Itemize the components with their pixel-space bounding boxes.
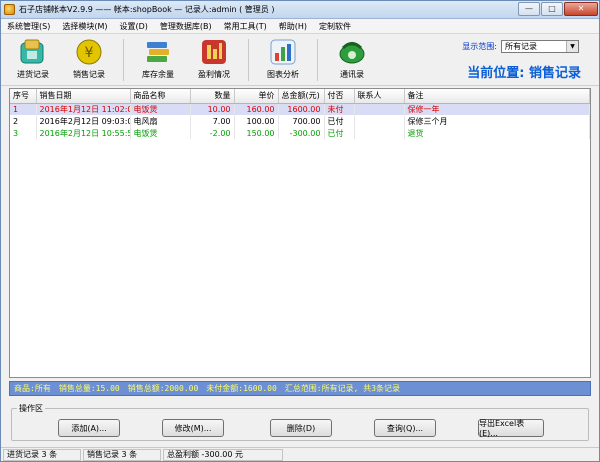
toolbar-separator — [123, 39, 124, 81]
menu-bar: 系统管理(S) 选择模块(M) 设置(D) 管理数据库(B) 常用工具(T) 帮… — [1, 19, 599, 34]
menu-settings[interactable]: 设置(D) — [119, 21, 147, 32]
app-icon — [4, 4, 15, 15]
table-row[interactable]: 2 2016年2月12日 09:03:01 电风扇 7.00 100.00 70… — [10, 115, 590, 127]
close-button[interactable]: ✕ — [564, 1, 598, 16]
sales-money-icon: ¥ — [74, 37, 104, 67]
window-controls: — □ ✕ — [518, 1, 599, 18]
column-header-paid[interactable]: 付否 — [324, 89, 355, 104]
column-header-price[interactable]: 单价 — [234, 89, 279, 104]
summary-product: 商品:所有 — [14, 384, 51, 393]
menu-custom[interactable]: 定制软件 — [319, 21, 351, 32]
summary-total-amount: 销售总额:2000.00 — [127, 384, 199, 393]
export-excel-button[interactable]: 导出Excel表(E)... — [478, 419, 544, 438]
sales-record-button[interactable]: ¥ 销售记录 — [63, 37, 115, 80]
profit-button[interactable]: 盈利情况 — [188, 37, 240, 80]
edit-button[interactable]: 修改(M)... — [162, 419, 224, 437]
toolbar: 进货记录 ¥ 销售记录 库存余量 盈利情况 图表分析 通讯录 显示范围: 所有记… — [1, 34, 599, 86]
inventory-button[interactable]: 库存余量 — [132, 37, 184, 80]
contacts-button[interactable]: 通讯录 — [326, 37, 378, 80]
menu-tools[interactable]: 常用工具(T) — [224, 21, 267, 32]
maximize-button[interactable]: □ — [541, 1, 563, 16]
profit-icon — [199, 37, 229, 67]
table-header-row: 序号 销售日期 商品名称 数量 单价 总金额(元) 付否 联系人 备注 — [10, 89, 590, 104]
status-sales-count: 销售记录 3 条 — [83, 448, 161, 461]
summary-bar: 商品:所有 销售总量:15.00 销售总额:2000.00 未付金额:1600.… — [9, 381, 591, 396]
telephone-icon — [337, 37, 367, 67]
table-row[interactable]: 3 2016年2月12日 10:55:57 电饭煲 -2.00 150.00 -… — [10, 127, 590, 139]
status-stock-in-count: 进货记录 3 条 — [3, 448, 81, 461]
status-bar: 进货记录 3 条 销售记录 3 条 总盈利额 -300.00 元 — [1, 447, 599, 461]
status-total-profit: 总盈利额 -300.00 元 — [163, 448, 283, 461]
delete-button[interactable]: 删除(D) — [270, 419, 332, 437]
column-header-total[interactable]: 总金额(元) — [278, 89, 325, 104]
summary-unpaid-amount: 未付金额:1600.00 — [206, 384, 277, 393]
menu-database[interactable]: 管理数据库(B) — [160, 21, 212, 32]
column-header-product[interactable]: 商品名称 — [130, 89, 191, 104]
stock-in-button[interactable]: 进货记录 — [7, 37, 59, 80]
display-range-label: 显示范围: — [462, 42, 497, 51]
operation-area: 操作区 添加(A)... 修改(M)... 删除(D) 查询(Q)... 导出E… — [11, 403, 589, 441]
menu-help[interactable]: 帮助(H) — [279, 21, 307, 32]
display-range: 显示范围: 所有记录 ▼ — [462, 40, 579, 53]
minimize-button[interactable]: — — [518, 1, 540, 16]
column-header-note[interactable]: 备注 — [404, 89, 590, 104]
inventory-books-icon — [143, 37, 173, 67]
menu-module[interactable]: 选择模块(M) — [62, 21, 107, 32]
column-header-quantity[interactable]: 数量 — [190, 89, 235, 104]
column-header-date[interactable]: 销售日期 — [36, 89, 131, 104]
display-range-select[interactable]: 所有记录 ▼ — [501, 40, 579, 53]
operation-area-legend: 操作区 — [17, 403, 45, 414]
stock-in-icon — [18, 37, 48, 67]
add-button[interactable]: 添加(A)... — [58, 419, 120, 437]
svg-text:¥: ¥ — [85, 45, 94, 61]
table-row[interactable]: 1 2016年1月12日 11:02:03 电饭煲 10.00 160.00 1… — [10, 103, 590, 115]
column-header-contact[interactable]: 联系人 — [354, 89, 405, 104]
sales-table: 序号 销售日期 商品名称 数量 单价 总金额(元) 付否 联系人 备注 1 20… — [9, 88, 591, 378]
window-title: 石子店铺帐本V2.9.9 —— 帐本:shopBook — 记录人:admin … — [19, 5, 275, 14]
summary-range: 汇总范围:所有记录, 共3条记录 — [284, 384, 401, 393]
title-bar[interactable]: 石子店铺帐本V2.9.9 —— 帐本:shopBook — 记录人:admin … — [1, 1, 599, 19]
menu-system[interactable]: 系统管理(S) — [7, 21, 50, 32]
summary-total-quantity: 销售总量:15.00 — [58, 384, 120, 393]
chevron-down-icon[interactable]: ▼ — [566, 41, 578, 52]
column-header-index[interactable]: 序号 — [10, 89, 37, 104]
query-button[interactable]: 查询(Q)... — [374, 419, 436, 437]
app-window: 石子店铺帐本V2.9.9 —— 帐本:shopBook — 记录人:admin … — [0, 0, 600, 462]
chart-analysis-button[interactable]: 图表分析 — [257, 37, 309, 80]
chart-analysis-icon — [268, 37, 298, 67]
toolbar-separator — [317, 39, 318, 81]
toolbar-separator — [248, 39, 249, 81]
current-location: 当前位置: 销售记录 — [467, 66, 581, 81]
